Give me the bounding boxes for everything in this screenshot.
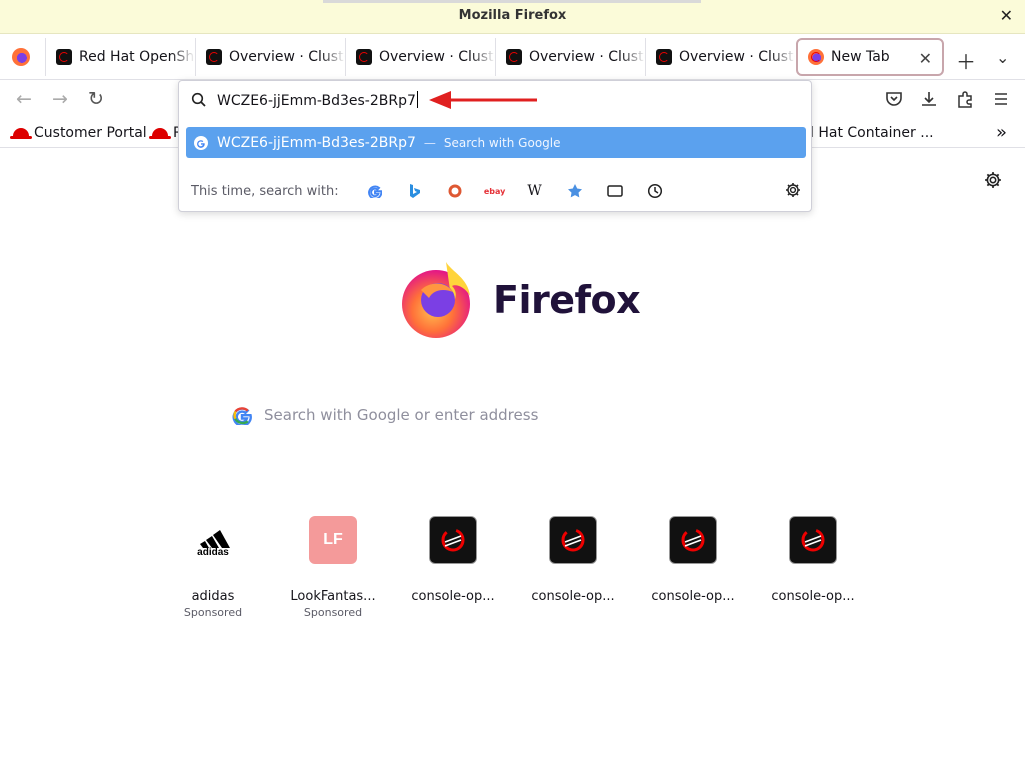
- suggestion-action: Search with Google: [443, 135, 561, 150]
- lookfantastic-icon: LF: [309, 516, 357, 564]
- top-site-console-4[interactable]: console-op...: [758, 516, 868, 604]
- more-bookmarks-chevron-icon[interactable]: »: [996, 122, 1007, 143]
- extensions-icon[interactable]: [955, 89, 975, 109]
- openshift-icon: [789, 516, 837, 564]
- firefox-favicon-icon: [808, 49, 824, 65]
- search-settings-gear-icon[interactable]: [785, 182, 801, 198]
- tab-fade: [471, 38, 495, 76]
- new-tab-button[interactable]: ＋: [956, 46, 976, 75]
- bookmark-label: Customer Portal: [34, 125, 147, 141]
- tab-fade: [171, 38, 195, 76]
- window-titlebar: Mozilla Firefox ✕: [0, 0, 1025, 34]
- firefox-logo-icon: [402, 262, 470, 338]
- top-site-adidas[interactable]: adidas adidas Sponsored: [158, 516, 268, 619]
- firefox-wordmark: Firefox: [493, 278, 641, 322]
- top-site-name: LookFantas...: [290, 589, 376, 604]
- text-caret: [416, 91, 418, 108]
- annotation-arrow-icon: [429, 91, 537, 109]
- tab-overview-3[interactable]: Overview · Clusters: [495, 38, 645, 76]
- bookmark-label: l Hat Container ...: [810, 125, 934, 141]
- tab-overview-4[interactable]: Overview · Clusters: [645, 38, 795, 76]
- adidas-logo-text: adidas: [197, 547, 229, 556]
- urlbar[interactable]: WCZE6-jjEmm-Bd3es-2BRp7: [179, 81, 811, 119]
- urlbar-dropdown: WCZE6-jjEmm-Bd3es-2BRp7 WCZE6-jjEmm-Bd3e…: [178, 80, 812, 212]
- list-all-tabs-chevron-down-icon[interactable]: ⌄: [996, 48, 1009, 67]
- history-clock-icon[interactable]: [635, 181, 675, 201]
- top-site-console-1[interactable]: console-op...: [398, 516, 508, 604]
- window-title: Mozilla Firefox: [458, 8, 567, 23]
- newtab-search-box[interactable]: [220, 396, 800, 434]
- sponsored-label: Sponsored: [183, 606, 243, 619]
- forward-arrow-icon[interactable]: →: [52, 88, 68, 110]
- top-site-name: console-op...: [771, 589, 855, 604]
- openshift-icon: [669, 516, 717, 564]
- openshift-favicon-icon: [356, 49, 372, 65]
- tab-title: New Tab: [831, 49, 890, 65]
- wikipedia-icon[interactable]: W: [515, 181, 555, 201]
- google-icon: [194, 135, 208, 150]
- google-icon[interactable]: [355, 181, 395, 201]
- redhat-icon: [10, 128, 32, 139]
- titlebar-drag-strip: [323, 0, 701, 3]
- duckduckgo-icon[interactable]: [435, 181, 475, 201]
- close-tab-icon[interactable]: ✕: [919, 49, 932, 68]
- urlbar-input-value: WCZE6-jjEmm-Bd3es-2BRp7: [217, 93, 416, 109]
- reload-icon[interactable]: ↻: [88, 88, 104, 110]
- tab-fade: [321, 38, 345, 76]
- bookmark-red-hat-container[interactable]: l Hat Container ...: [810, 125, 934, 141]
- one-off-label: This time, search with:: [191, 183, 339, 199]
- top-site-name: console-op...: [411, 589, 495, 604]
- one-off-search-buttons: This time, search with: ebay W: [191, 181, 801, 201]
- tab-overview-1[interactable]: Overview · Clusters: [195, 38, 345, 76]
- top-site-name: console-op...: [651, 589, 735, 604]
- openshift-favicon-icon: [206, 49, 222, 65]
- adidas-icon: adidas: [189, 516, 237, 564]
- firefox-view-icon[interactable]: [12, 48, 30, 66]
- google-icon: [232, 407, 252, 425]
- bing-icon[interactable]: [395, 181, 435, 201]
- top-site-console-2[interactable]: console-op...: [518, 516, 628, 604]
- pocket-icon[interactable]: [884, 89, 904, 109]
- openshift-favicon-icon: [56, 49, 72, 65]
- openshift-favicon-icon: [506, 49, 522, 65]
- downloads-icon[interactable]: [919, 89, 939, 109]
- top-site-lookfantastic[interactable]: LF LookFantas... Sponsored: [278, 516, 388, 619]
- suggestion-text: WCZE6-jjEmm-Bd3es-2BRp7: [217, 134, 416, 151]
- back-arrow-icon[interactable]: ←: [16, 88, 32, 110]
- window-close-button[interactable]: ✕: [1000, 6, 1013, 25]
- tab-fade: [621, 38, 645, 76]
- tabs-icon[interactable]: [595, 181, 635, 201]
- top-site-name: adidas: [191, 589, 235, 604]
- openshift-icon: [429, 516, 477, 564]
- newtab-search-input[interactable]: [264, 406, 764, 424]
- personalize-gear-icon[interactable]: [984, 171, 1002, 189]
- bookmark-customer-portal[interactable]: Customer Portal: [10, 125, 147, 141]
- urlbar-input[interactable]: WCZE6-jjEmm-Bd3es-2BRp7: [217, 91, 418, 109]
- top-site-console-3[interactable]: console-op...: [638, 516, 748, 604]
- tab-fade: [771, 38, 795, 76]
- search-icon: [191, 92, 206, 107]
- top-site-name: console-op...: [531, 589, 615, 604]
- openshift-icon: [549, 516, 597, 564]
- suggestion-separator: —: [423, 135, 436, 150]
- app-menu-hamburger-icon[interactable]: [991, 89, 1011, 109]
- openshift-favicon-icon: [656, 49, 672, 65]
- bookmarks-star-icon[interactable]: [555, 181, 595, 201]
- tab-red-hat-openshift[interactable]: Red Hat OpenShift: [45, 38, 195, 76]
- tab-overview-2[interactable]: Overview · Clusters: [345, 38, 495, 76]
- redhat-icon: [149, 128, 171, 139]
- ebay-icon[interactable]: ebay: [475, 181, 515, 201]
- tab-new-tab[interactable]: New Tab ✕: [796, 38, 944, 76]
- search-suggestion-row[interactable]: WCZE6-jjEmm-Bd3es-2BRp7 — Search with Go…: [186, 127, 806, 158]
- ebay-text: ebay: [483, 186, 506, 196]
- sponsored-label: Sponsored: [303, 606, 363, 619]
